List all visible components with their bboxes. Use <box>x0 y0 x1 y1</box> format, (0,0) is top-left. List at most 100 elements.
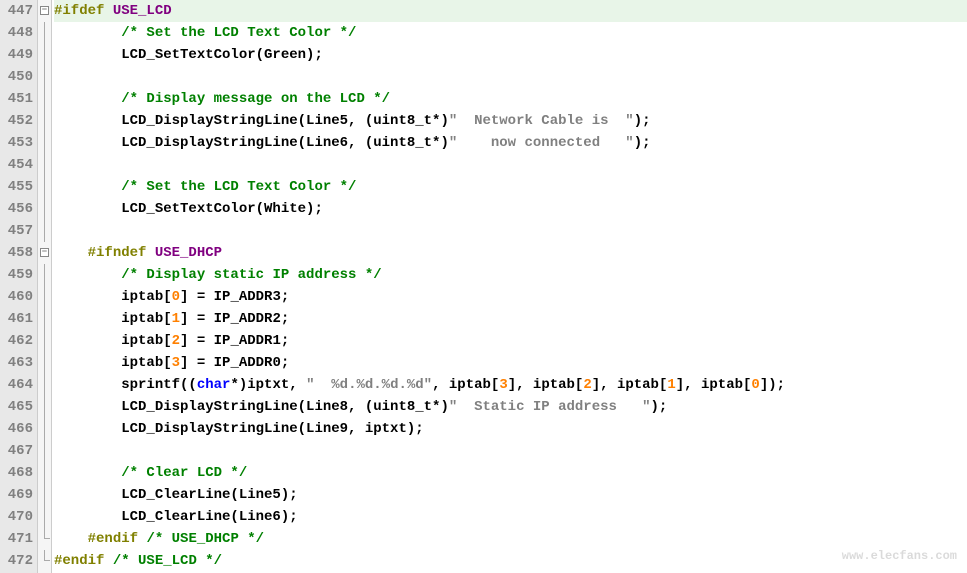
line-number: 472 <box>0 550 33 572</box>
fold-marker[interactable] <box>38 418 51 440</box>
code-token: LCD_ClearLine(Line6); <box>54 509 298 525</box>
fold-collapse-icon[interactable]: − <box>40 248 49 257</box>
fold-marker[interactable]: − <box>38 242 51 264</box>
fold-marker[interactable] <box>38 528 51 550</box>
fold-marker[interactable] <box>38 308 51 330</box>
code-token: 3 <box>172 355 180 371</box>
code-line[interactable]: #ifdef USE_LCD <box>54 0 967 22</box>
code-token: ] = IP_ADDR3; <box>180 289 289 305</box>
code-line[interactable]: /* Set the LCD Text Color */ <box>54 176 967 198</box>
code-token: ] = IP_ADDR0; <box>180 355 289 371</box>
fold-column[interactable]: −− <box>38 0 52 573</box>
code-line[interactable]: #ifndef USE_DHCP <box>54 242 967 264</box>
code-token: ]); <box>760 377 785 393</box>
fold-marker[interactable] <box>38 66 51 88</box>
code-token: ); <box>634 113 651 129</box>
code-token: ], iptab[ <box>592 377 668 393</box>
line-number: 454 <box>0 154 33 176</box>
code-token: 2 <box>583 377 591 393</box>
code-line[interactable]: LCD_DisplayStringLine(Line9, iptxt); <box>54 418 967 440</box>
code-line[interactable] <box>54 440 967 462</box>
code-token: iptab[ <box>54 333 172 349</box>
fold-marker[interactable] <box>38 462 51 484</box>
code-token: LCD_ClearLine(Line5); <box>54 487 298 503</box>
code-line[interactable]: LCD_ClearLine(Line5); <box>54 484 967 506</box>
code-token: , iptab[ <box>432 377 499 393</box>
code-token: 2 <box>172 333 180 349</box>
fold-marker[interactable] <box>38 22 51 44</box>
fold-marker[interactable] <box>38 264 51 286</box>
fold-marker[interactable]: − <box>38 0 51 22</box>
line-number: 451 <box>0 88 33 110</box>
fold-marker[interactable] <box>38 132 51 154</box>
fold-marker[interactable] <box>38 176 51 198</box>
code-line[interactable]: iptab[3] = IP_ADDR0; <box>54 352 967 374</box>
code-line[interactable]: #endif /* USE_LCD */ <box>54 550 967 572</box>
code-line[interactable]: LCD_DisplayStringLine(Line6, (uint8_t*)"… <box>54 132 967 154</box>
line-number: 465 <box>0 396 33 418</box>
fold-marker[interactable] <box>38 154 51 176</box>
code-line[interactable]: LCD_SetTextColor(Green); <box>54 44 967 66</box>
code-line[interactable]: LCD_ClearLine(Line6); <box>54 506 967 528</box>
fold-marker[interactable] <box>38 110 51 132</box>
code-token: #ifndef <box>88 245 147 261</box>
code-token: #endif <box>88 531 138 547</box>
fold-marker[interactable] <box>38 440 51 462</box>
fold-marker[interactable] <box>38 330 51 352</box>
line-number: 453 <box>0 132 33 154</box>
code-token: 1 <box>172 311 180 327</box>
code-line[interactable]: LCD_DisplayStringLine(Line8, (uint8_t*)"… <box>54 396 967 418</box>
code-editor[interactable]: 4474484494504514524534544554564574584594… <box>0 0 967 573</box>
line-number: 459 <box>0 264 33 286</box>
code-line[interactable] <box>54 220 967 242</box>
line-number: 456 <box>0 198 33 220</box>
code-token: " Network Cable is " <box>449 113 634 129</box>
code-line[interactable]: LCD_DisplayStringLine(Line5, (uint8_t*)"… <box>54 110 967 132</box>
code-line[interactable]: LCD_SetTextColor(White); <box>54 198 967 220</box>
code-line[interactable]: iptab[2] = IP_ADDR1; <box>54 330 967 352</box>
code-token <box>54 267 121 283</box>
code-line[interactable]: #endif /* USE_DHCP */ <box>54 528 967 550</box>
fold-marker[interactable] <box>38 44 51 66</box>
code-token: iptab[ <box>54 289 172 305</box>
line-number: 458 <box>0 242 33 264</box>
code-line[interactable] <box>54 154 967 176</box>
fold-marker[interactable] <box>38 286 51 308</box>
code-line[interactable]: sprintf((char*)iptxt, " %d.%d.%d.%d", ip… <box>54 374 967 396</box>
fold-marker[interactable] <box>38 506 51 528</box>
code-line[interactable]: /* Clear LCD */ <box>54 462 967 484</box>
fold-marker[interactable] <box>38 352 51 374</box>
code-token: ], iptab[ <box>508 377 584 393</box>
fold-marker[interactable] <box>38 374 51 396</box>
fold-marker[interactable] <box>38 550 51 572</box>
fold-marker[interactable] <box>38 484 51 506</box>
code-token: LCD_SetTextColor(Green); <box>54 47 323 63</box>
code-token: #endif <box>54 553 104 569</box>
code-token: iptab[ <box>54 311 172 327</box>
code-token: USE_LCD <box>104 3 171 19</box>
code-token: ], iptab[ <box>676 377 752 393</box>
code-token <box>54 531 88 547</box>
fold-marker[interactable] <box>38 396 51 418</box>
code-line[interactable] <box>54 66 967 88</box>
fold-collapse-icon[interactable]: − <box>40 6 49 15</box>
code-line[interactable]: iptab[1] = IP_ADDR2; <box>54 308 967 330</box>
code-token: " now connected " <box>449 135 634 151</box>
code-line[interactable]: iptab[0] = IP_ADDR3; <box>54 286 967 308</box>
code-line[interactable]: /* Display static IP address */ <box>54 264 967 286</box>
code-token: #ifdef <box>54 3 104 19</box>
code-token: LCD_DisplayStringLine(Line8, (uint8_t*) <box>54 399 449 415</box>
code-line[interactable]: /* Display message on the LCD */ <box>54 88 967 110</box>
code-token: /* USE_DHCP */ <box>146 531 264 547</box>
line-number: 463 <box>0 352 33 374</box>
code-token: iptab[ <box>54 355 172 371</box>
fold-marker[interactable] <box>38 220 51 242</box>
code-token: LCD_DisplayStringLine(Line6, (uint8_t*) <box>54 135 449 151</box>
code-line[interactable]: /* Set the LCD Text Color */ <box>54 22 967 44</box>
line-number: 461 <box>0 308 33 330</box>
code-area[interactable]: #ifdef USE_LCD /* Set the LCD Text Color… <box>52 0 967 573</box>
line-number: 471 <box>0 528 33 550</box>
fold-marker[interactable] <box>38 198 51 220</box>
code-token: /* Set the LCD Text Color */ <box>121 179 356 195</box>
fold-marker[interactable] <box>38 88 51 110</box>
